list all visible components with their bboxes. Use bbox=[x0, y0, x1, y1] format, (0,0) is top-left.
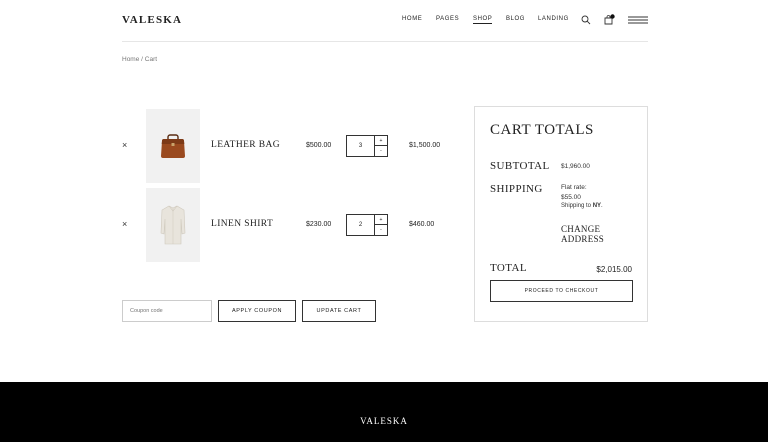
quantity-input[interactable]: 2 bbox=[347, 215, 375, 235]
quantity-increase-button[interactable]: + bbox=[375, 136, 387, 146]
line-subtotal: $460.00 bbox=[409, 221, 435, 228]
quantity-stepper[interactable]: 3 + - bbox=[346, 135, 388, 157]
search-icon[interactable] bbox=[579, 13, 593, 27]
shipping-cost: $55.00 bbox=[561, 194, 581, 201]
breadcrumb[interactable]: Home / Cart bbox=[122, 56, 157, 63]
product-image-shirt[interactable] bbox=[146, 188, 200, 262]
line-subtotal: $1,500.00 bbox=[409, 142, 441, 149]
product-price: $500.00 bbox=[306, 142, 332, 149]
footer-logo[interactable]: VALESKA bbox=[0, 416, 768, 426]
total-label: TOTAL bbox=[490, 262, 527, 274]
shipping-label: SHIPPING bbox=[490, 183, 543, 195]
shipping-to-prefix: Shipping to bbox=[561, 203, 593, 209]
product-name[interactable]: LEATHER BAG bbox=[211, 140, 280, 150]
product-price: $230.00 bbox=[306, 221, 332, 228]
cart-totals-panel: CART TOTALS SUBTOTAL $1,960.00 SHIPPING … bbox=[474, 106, 648, 322]
subtotal-label: SUBTOTAL bbox=[490, 160, 550, 172]
remove-item-icon[interactable]: × bbox=[122, 219, 127, 229]
nav-landing[interactable]: LANDING bbox=[538, 16, 569, 22]
shipping-state: NY bbox=[592, 203, 602, 209]
apply-coupon-button[interactable]: APPLY COUPON bbox=[218, 300, 296, 322]
nav-blog[interactable]: BLOG bbox=[506, 16, 525, 22]
quantity-stepper[interactable]: 2 + - bbox=[346, 214, 388, 236]
update-cart-button[interactable]: UPDATE CART bbox=[302, 300, 376, 322]
site-logo[interactable]: VALESKA bbox=[122, 14, 182, 26]
quantity-decrease-button[interactable]: - bbox=[375, 225, 387, 235]
menu-icon[interactable] bbox=[628, 13, 648, 27]
coupon-code-input[interactable] bbox=[122, 300, 212, 322]
nav-pages[interactable]: PAGES bbox=[436, 16, 459, 22]
cart-row: × LINEN SHIRT $230.00 2 + - $460.00 bbox=[122, 188, 452, 262]
cart-row: × LEATHER BAG $500.00 3 + - $1,500.00 bbox=[122, 109, 452, 183]
cart-icon[interactable]: 0 bbox=[602, 12, 616, 27]
cart-totals-title: CART TOTALS bbox=[490, 122, 594, 138]
change-address-link[interactable]: CHANGE ADDRESS bbox=[561, 224, 621, 244]
quantity-decrease-button[interactable]: - bbox=[375, 146, 387, 156]
header-divider bbox=[122, 41, 648, 42]
remove-item-icon[interactable]: × bbox=[122, 140, 127, 150]
shipping-to-suffix: . bbox=[601, 203, 603, 209]
shipping-destination: Shipping to NY. bbox=[561, 203, 603, 209]
subtotal-value: $1,960.00 bbox=[561, 163, 590, 170]
product-image-bag[interactable] bbox=[146, 109, 200, 183]
quantity-input[interactable]: 3 bbox=[347, 136, 375, 156]
footer: VALESKA bbox=[0, 382, 768, 442]
total-value: $2,015.00 bbox=[596, 265, 632, 274]
header: VALESKA HOME PAGES SHOP BLOG LANDING 0 bbox=[0, 0, 768, 42]
cart-count-badge: 0 bbox=[610, 12, 612, 16]
nav-shop[interactable]: SHOP bbox=[473, 16, 493, 24]
quantity-increase-button[interactable]: + bbox=[375, 215, 387, 225]
product-name[interactable]: LINEN SHIRT bbox=[211, 219, 273, 229]
nav-home[interactable]: HOME bbox=[402, 16, 422, 22]
shipping-method: Flat rate: bbox=[561, 184, 587, 191]
proceed-to-checkout-button[interactable]: PROCEED TO CHECKOUT bbox=[490, 280, 633, 302]
